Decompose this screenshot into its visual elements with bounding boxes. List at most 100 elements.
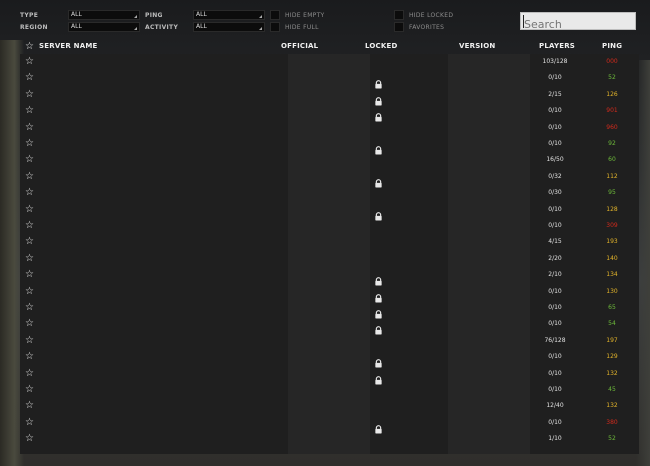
ping-cell: 65 xyxy=(608,304,616,311)
favorite-star-icon[interactable]: ☆ xyxy=(25,335,34,346)
ping-cell: 52 xyxy=(608,74,616,82)
favorite-star-icon[interactable]: ☆ xyxy=(25,303,34,313)
lock-icon xyxy=(374,320,383,335)
favorite-star-icon[interactable]: ☆ xyxy=(25,385,34,395)
ping-cell: 960 xyxy=(606,123,618,131)
lock-icon xyxy=(374,353,383,368)
table-row[interactable]: ☆ 0/10 960 xyxy=(20,120,639,136)
table-row[interactable]: ☆ 0/10 380 xyxy=(20,415,639,434)
table-row[interactable]: ☆ 2/15 126 xyxy=(20,87,639,106)
favorite-column-star-icon[interactable]: ☆ xyxy=(25,41,34,52)
activity-filter-value: ALL xyxy=(196,23,207,30)
hide-full-checkbox[interactable] xyxy=(270,22,280,32)
players-cell: 12/40 xyxy=(546,402,564,410)
favorite-star-icon[interactable]: ☆ xyxy=(25,237,34,247)
favorite-star-icon[interactable]: ☆ xyxy=(25,57,34,67)
players-cell: 16/50 xyxy=(546,156,564,164)
search-input[interactable] xyxy=(521,16,635,33)
table-row[interactable]: ☆ 4/15 193 xyxy=(20,234,639,250)
column-header-official[interactable]: OFFICIAL xyxy=(281,42,318,50)
favorite-star-icon[interactable]: ☆ xyxy=(25,417,34,428)
favorite-star-icon[interactable]: ☆ xyxy=(25,352,34,362)
favorite-star-icon[interactable]: ☆ xyxy=(25,368,34,379)
table-row[interactable]: ☆ 1/10 52 xyxy=(20,431,639,447)
favorite-star-icon[interactable]: ☆ xyxy=(25,204,34,215)
ping-filter-select[interactable]: ALL xyxy=(193,10,265,20)
column-header-locked[interactable]: LOCKED xyxy=(365,42,398,50)
table-row[interactable]: ☆ 0/10 129 xyxy=(20,349,639,368)
favorite-star-icon[interactable]: ☆ xyxy=(25,401,34,411)
region-filter-value: ALL xyxy=(71,23,82,30)
table-row[interactable]: ☆ 0/10 132 xyxy=(20,366,639,385)
ping-cell: 45 xyxy=(608,386,616,393)
table-row[interactable]: ☆ 0/10 65 xyxy=(20,300,639,319)
column-header-server-name[interactable]: SERVER NAME xyxy=(39,42,97,50)
column-header-ping[interactable]: PING xyxy=(602,42,622,50)
type-filter-select[interactable]: ALL xyxy=(68,10,140,20)
lock-icon xyxy=(374,173,383,188)
table-body: ☆ 103/128 000 ☆ 0/10 52 ☆ 2/15 126 ☆ 0/10 901 ☆ 0/10 9… xyxy=(20,54,639,454)
favorite-star-icon[interactable]: ☆ xyxy=(25,106,34,116)
region-filter-label: REGION xyxy=(20,24,48,31)
favorite-star-icon[interactable]: ☆ xyxy=(25,155,34,165)
players-cell: 0/10 xyxy=(548,205,562,213)
players-cell: 0/10 xyxy=(548,287,562,295)
favorites-checkbox[interactable] xyxy=(394,22,404,32)
ping-cell: 54 xyxy=(608,320,616,328)
table-row[interactable]: ☆ 0/10 901 xyxy=(20,103,639,122)
players-cell: 0/10 xyxy=(548,304,562,311)
players-cell: 0/10 xyxy=(548,74,562,82)
favorite-star-icon[interactable]: ☆ xyxy=(25,73,34,83)
favorite-star-icon[interactable]: ☆ xyxy=(25,434,34,444)
dropdown-caret-icon xyxy=(134,27,137,30)
column-header-players[interactable]: PLAYERS xyxy=(539,42,575,50)
ping-cell: 129 xyxy=(606,353,618,361)
table-row[interactable]: ☆ 16/50 60 xyxy=(20,152,639,168)
favorite-star-icon[interactable]: ☆ xyxy=(25,171,34,182)
ping-cell: 60 xyxy=(608,156,616,164)
table-row[interactable]: ☆ 2/20 140 xyxy=(20,251,639,267)
table-row[interactable]: ☆ 0/10 128 xyxy=(20,202,639,221)
table-row[interactable]: ☆ 0/10 92 xyxy=(20,136,639,155)
ping-cell: 309 xyxy=(606,222,618,229)
favorite-star-icon[interactable]: ☆ xyxy=(25,139,34,149)
region-filter-select[interactable]: ALL xyxy=(68,22,140,32)
table-row[interactable]: ☆ 12/40 132 xyxy=(20,398,639,414)
players-cell: 0/10 xyxy=(548,353,562,361)
table-row[interactable]: ☆ 0/10 54 xyxy=(20,316,639,335)
favorite-star-icon[interactable]: ☆ xyxy=(25,319,34,329)
players-cell: 0/10 xyxy=(548,386,562,393)
hide-empty-checkbox[interactable] xyxy=(270,10,280,20)
favorite-star-icon[interactable]: ☆ xyxy=(25,270,34,280)
ping-cell: 380 xyxy=(606,418,618,426)
ping-cell: 130 xyxy=(606,287,618,295)
table-header: ☆ SERVER NAME OFFICIAL LOCKED VERSION PL… xyxy=(20,40,639,54)
favorite-star-icon[interactable]: ☆ xyxy=(25,286,34,297)
hide-full-label: HIDE FULL xyxy=(285,24,319,31)
ping-cell: 92 xyxy=(608,140,616,147)
table-row[interactable]: ☆ 76/128 197 xyxy=(20,333,639,349)
column-header-version[interactable]: VERSION xyxy=(459,42,495,50)
favorite-star-icon[interactable]: ☆ xyxy=(25,221,34,231)
lock-icon xyxy=(374,304,383,319)
table-row[interactable]: ☆ 0/10 130 xyxy=(20,284,639,303)
favorite-star-icon[interactable]: ☆ xyxy=(25,188,34,198)
server-list-table: ☆ SERVER NAME OFFICIAL LOCKED VERSION PL… xyxy=(20,40,639,454)
table-row[interactable]: ☆ 2/10 134 xyxy=(20,267,639,286)
search-box[interactable] xyxy=(520,12,636,33)
table-row[interactable]: ☆ 0/32 112 xyxy=(20,169,639,188)
activity-filter-select[interactable]: ALL xyxy=(193,22,265,32)
players-cell: 76/128 xyxy=(544,336,566,344)
players-cell: 103/128 xyxy=(542,58,568,65)
players-cell: 2/10 xyxy=(548,271,562,279)
filter-bar: TYPE ALL REGION ALL PING ALL ACTIVITY AL… xyxy=(0,0,650,40)
table-row[interactable]: ☆ 0/30 95 xyxy=(20,185,639,201)
table-row[interactable]: ☆ 0/10 52 xyxy=(20,70,639,89)
favorite-star-icon[interactable]: ☆ xyxy=(25,253,34,264)
table-row[interactable]: ☆ 103/128 000 xyxy=(20,54,639,70)
favorite-star-icon[interactable]: ☆ xyxy=(25,122,34,133)
favorite-star-icon[interactable]: ☆ xyxy=(25,89,34,100)
hide-locked-checkbox[interactable] xyxy=(394,10,404,20)
table-row[interactable]: ☆ 0/10 309 xyxy=(20,218,639,234)
table-row[interactable]: ☆ 0/10 45 xyxy=(20,382,639,398)
